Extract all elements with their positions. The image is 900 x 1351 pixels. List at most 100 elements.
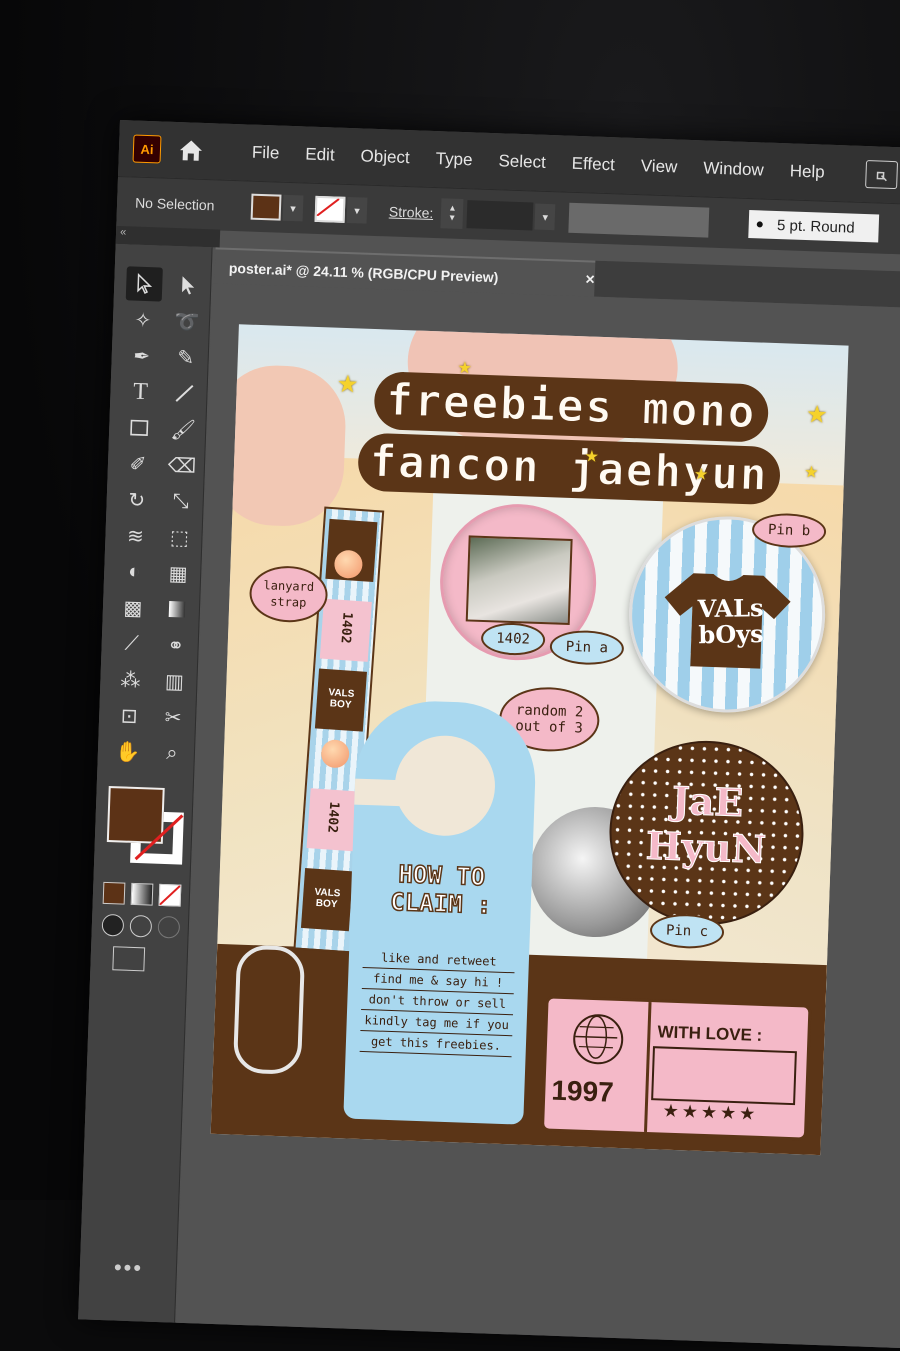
ticket-card[interactable]: 1997 WITH LOVE : ★★★★★: [540, 995, 812, 1141]
draw-behind-icon[interactable]: [129, 914, 153, 938]
stroke-weight-field[interactable]: [466, 200, 534, 231]
lanyard-text: VALS BOY: [314, 886, 341, 911]
star-icon: ★: [693, 466, 709, 484]
gradient-mode-icon[interactable]: [130, 882, 154, 906]
color-mode-icon[interactable]: [102, 881, 126, 905]
lasso-tool-icon[interactable]: ➰: [168, 304, 205, 339]
column-graph-tool-icon[interactable]: ▥: [156, 664, 193, 699]
pin-c-text: JaE HyuN: [645, 777, 768, 872]
gradient-tool-icon[interactable]: [158, 592, 195, 627]
app-logo-icon[interactable]: Ai: [132, 134, 162, 164]
menu-object[interactable]: Object: [347, 146, 423, 169]
star-icon: ★: [805, 401, 829, 429]
color-mode-row: [102, 881, 190, 907]
pen-tool-icon[interactable]: ✒: [123, 338, 160, 373]
how-to-claim-heading: HOW TO CLAIM :: [389, 859, 493, 920]
width-tool-icon[interactable]: ≋: [117, 518, 154, 553]
hand-tool-icon[interactable]: ✋: [109, 734, 146, 769]
poster-artboard[interactable]: freebies mono fancon jaehyun ★ ★ ★ ★ ★ ★…: [210, 324, 849, 1156]
screen-mode-row: [100, 946, 187, 973]
artboard-tool-icon[interactable]: ⊡: [111, 698, 148, 733]
lanyard-text: 1402: [337, 611, 355, 644]
menu-window[interactable]: Window: [690, 158, 777, 181]
lanyard-clip: [232, 944, 306, 1075]
eyedropper-tool-icon[interactable]: ⟋: [113, 626, 150, 661]
arrange-documents-icon[interactable]: [865, 160, 899, 190]
screen-mode-icon[interactable]: [112, 946, 146, 972]
perspective-grid-tool-icon[interactable]: ▦: [160, 556, 197, 591]
title-line-1: freebies mono: [373, 371, 770, 443]
free-transform-tool-icon[interactable]: ⬚: [161, 520, 198, 555]
draw-mode-row: [101, 913, 189, 939]
illustrator-window: Ai File Edit Object Type Select Effect V…: [78, 120, 900, 1351]
lanyard-segment: 1402: [319, 598, 372, 662]
shaper-tool-icon[interactable]: ✐: [119, 446, 156, 481]
rotate-tool-icon[interactable]: ↻: [118, 482, 155, 517]
lanyard-segment: VALS BOY: [300, 867, 354, 932]
star-icon: ★: [457, 359, 473, 378]
fill-color-swatch[interactable]: [250, 193, 282, 221]
menu-file[interactable]: File: [239, 142, 293, 164]
line-tool-icon[interactable]: [166, 376, 203, 411]
menu-edit[interactable]: Edit: [292, 144, 348, 166]
symbol-sprayer-tool-icon[interactable]: ⁂: [112, 662, 149, 697]
fill-stroke-indicator[interactable]: [102, 782, 195, 875]
rating-stars: ★★★★★: [662, 1100, 759, 1124]
draw-normal-icon[interactable]: [101, 913, 125, 937]
brush-dot-icon: [757, 221, 764, 228]
brush-definition-field[interactable]: 5 pt. Round: [748, 210, 880, 243]
stroke-weight-chevron-icon[interactable]: ▾: [534, 203, 556, 231]
selection-tool-icon[interactable]: [125, 266, 163, 302]
menu-effect[interactable]: Effect: [558, 153, 628, 175]
menu-help[interactable]: Help: [776, 161, 838, 183]
curvature-tool-icon[interactable]: ✎: [167, 340, 204, 375]
rectangle-tool-icon[interactable]: [121, 410, 158, 445]
fill-indicator[interactable]: [106, 786, 165, 844]
shape-builder-tool-icon[interactable]: ◐: [116, 554, 153, 589]
magic-wand-tool-icon[interactable]: ✧: [124, 302, 161, 337]
slice-tool-icon[interactable]: ✂: [155, 700, 192, 735]
claim-steps: like and retweet find me & say hi ! don'…: [359, 946, 516, 1058]
zoom-tool-icon[interactable]: ⌕: [153, 736, 190, 771]
stroke-color-swatch[interactable]: [314, 195, 346, 223]
direct-selection-tool-icon[interactable]: [170, 268, 207, 303]
scale-tool-icon[interactable]: ⤡: [162, 484, 199, 519]
menu-list: File Edit Object Type Select Effect View…: [239, 142, 838, 183]
peach-icon: [320, 738, 351, 769]
door-hanger-slot: [354, 778, 416, 807]
type-tool-icon[interactable]: T: [122, 374, 159, 409]
selection-status: No Selection: [134, 194, 215, 214]
more-tools-icon[interactable]: •••: [113, 1254, 144, 1281]
mesh-tool-icon[interactable]: ▩: [114, 590, 151, 625]
stroke-weight-spinner[interactable]: ▴ ▾: [440, 198, 464, 230]
lanyard-text: 1402: [324, 801, 342, 834]
fill-dropdown-chevron-icon[interactable]: ▾: [282, 194, 304, 222]
variable-width-field[interactable]: [568, 202, 710, 238]
ticket-year: 1997: [550, 1074, 615, 1108]
paintbrush-tool-icon[interactable]: 🖌: [165, 412, 202, 447]
stroke-dropdown-chevron-icon[interactable]: ▾: [346, 196, 368, 224]
globe-icon: [572, 1013, 625, 1066]
home-icon[interactable]: [177, 138, 206, 163]
eraser-tool-icon[interactable]: ⌫: [163, 448, 200, 483]
door-hanger[interactable]: HOW TO CLAIM : like and retweet find me …: [343, 698, 538, 1125]
ticket-left: 1997: [544, 998, 652, 1133]
poster-title[interactable]: freebies mono fancon jaehyun: [323, 367, 817, 508]
star-icon: ★: [584, 448, 600, 466]
with-love-box: [651, 1046, 797, 1106]
star-icon: ★: [336, 370, 359, 399]
stroke-label[interactable]: Stroke:: [389, 203, 434, 221]
document-tab-title: poster.ai* @ 24.11 % (RGB/CPU Preview): [228, 259, 499, 286]
pin-b-text: VALs bOys: [697, 593, 764, 650]
draw-inside-icon[interactable]: [157, 915, 181, 939]
lanyard-segment: 1402: [306, 788, 359, 852]
portrait-photo: [465, 535, 573, 626]
with-love-label: WITH LOVE :: [657, 1022, 763, 1045]
pin-a-badge: 1402: [480, 621, 546, 657]
menu-select[interactable]: Select: [485, 151, 559, 174]
menu-type[interactable]: Type: [422, 149, 486, 171]
brush-label: 5 pt. Round: [776, 216, 855, 237]
menu-view[interactable]: View: [627, 156, 690, 178]
none-mode-icon[interactable]: [158, 883, 182, 907]
blend-tool-icon[interactable]: ⚭: [157, 628, 194, 663]
